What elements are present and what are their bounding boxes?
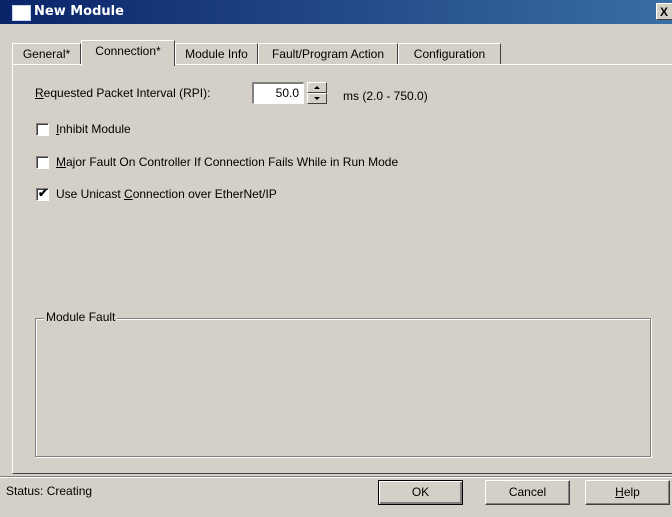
major-fault-checkbox[interactable]	[36, 156, 49, 169]
unicast-text-pre: Use Unicast	[56, 187, 125, 201]
major-fault-accelerator: M	[56, 155, 66, 169]
tab-general[interactable]: General*	[12, 43, 81, 65]
major-fault-text: ajor Fault On Controller If Connection F…	[66, 155, 399, 169]
unicast-accelerator: C	[124, 187, 133, 201]
rpi-decrement-button[interactable]	[307, 93, 327, 104]
tab-configuration[interactable]: Configuration	[398, 43, 501, 65]
rpi-increment-button[interactable]	[307, 82, 327, 93]
close-icon: X	[660, 5, 669, 19]
ok-button[interactable]: OK	[378, 480, 463, 505]
rpi-input[interactable]: 50.0	[252, 82, 304, 104]
rpi-range-label: ms (2.0 - 750.0)	[343, 89, 428, 103]
tab-fault-program-action[interactable]: Fault/Program Action	[258, 43, 398, 65]
tab-connection[interactable]: Connection*	[81, 40, 175, 66]
inhibit-module-checkbox[interactable]	[36, 123, 49, 136]
help-button-label: elp	[623, 485, 640, 499]
rpi-label-accelerator: R	[35, 86, 44, 100]
tab-connection-label: Connection*	[95, 44, 161, 58]
help-accelerator: H	[615, 485, 624, 499]
module-fault-legend: Module Fault	[44, 310, 118, 324]
window-icon	[12, 5, 31, 21]
window-title: New Module	[34, 4, 124, 19]
tab-general-label: General*	[22, 47, 71, 61]
rpi-label: Requested Packet Interval (RPI):	[35, 86, 210, 100]
chevron-down-icon	[314, 97, 320, 100]
ok-button-label: OK	[411, 485, 430, 499]
tab-module-info-label: Module Info	[185, 47, 248, 61]
tab-configuration-label: Configuration	[413, 47, 486, 61]
cancel-button[interactable]: Cancel	[485, 480, 570, 505]
check-icon: ✔	[38, 186, 49, 200]
status-bar	[0, 476, 672, 517]
rpi-spinner	[307, 82, 327, 104]
unicast-text-rest: onnection over EtherNet/IP	[132, 187, 277, 201]
status-text: Status: Creating	[6, 484, 93, 498]
rpi-label-text: equested Packet Interval (RPI):	[43, 86, 211, 100]
help-button[interactable]: Help	[585, 480, 670, 505]
module-fault-groupbox	[35, 318, 651, 457]
new-module-dialog: New Module X General* Connection* Module…	[0, 0, 672, 516]
cancel-button-label: Cancel	[508, 485, 547, 499]
close-button[interactable]: X	[656, 3, 672, 20]
tab-fault-program-action-label: Fault/Program Action	[271, 47, 385, 61]
unicast-connection-checkbox[interactable]: ✔	[36, 186, 49, 201]
inhibit-module-label[interactable]: Inhibit Module	[56, 122, 131, 136]
title-bar[interactable]: New Module X	[0, 0, 672, 24]
unicast-connection-label[interactable]: Use Unicast Connection over EtherNet/IP	[56, 187, 277, 201]
chevron-up-icon	[314, 86, 320, 89]
inhibit-text: nhibit Module	[59, 122, 131, 136]
major-fault-label[interactable]: Major Fault On Controller If Connection …	[56, 155, 398, 169]
tab-module-info[interactable]: Module Info	[175, 43, 258, 65]
